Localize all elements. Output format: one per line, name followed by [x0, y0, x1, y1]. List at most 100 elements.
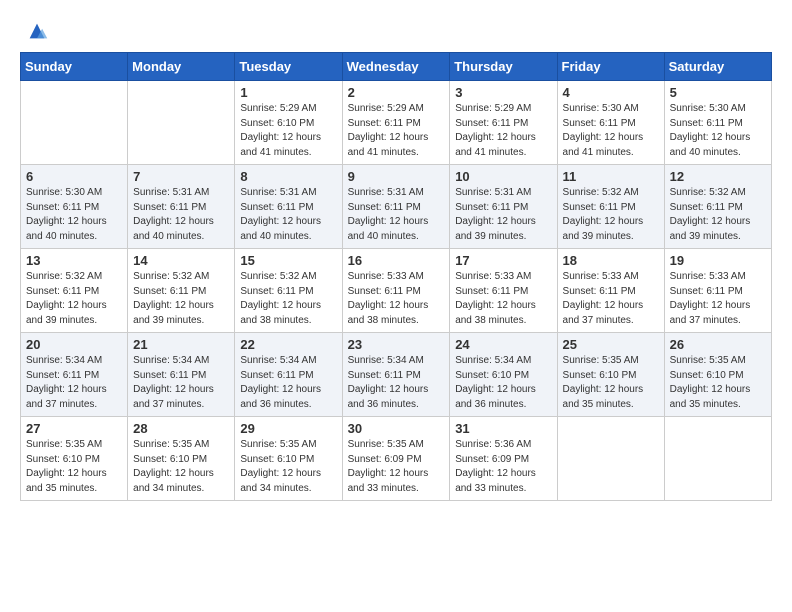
- calendar-week-row: 1 Sunrise: 5:29 AM Sunset: 6:10 PM Daylig…: [21, 81, 772, 165]
- calendar-cell: [21, 81, 128, 165]
- logo: [20, 20, 48, 42]
- calendar-cell: 20 Sunrise: 5:34 AM Sunset: 6:11 PM Dayli…: [21, 333, 128, 417]
- day-number: 3: [455, 85, 551, 100]
- calendar-cell: 30 Sunrise: 5:35 AM Sunset: 6:09 PM Dayli…: [342, 417, 450, 501]
- day-number: 7: [133, 169, 229, 184]
- calendar-cell: 21 Sunrise: 5:34 AM Sunset: 6:11 PM Dayli…: [128, 333, 235, 417]
- calendar-cell: [557, 417, 664, 501]
- day-number: 29: [240, 421, 336, 436]
- calendar-cell: 31 Sunrise: 5:36 AM Sunset: 6:09 PM Dayli…: [450, 417, 557, 501]
- day-info: Sunrise: 5:35 AM Sunset: 6:10 PM Dayligh…: [133, 438, 229, 496]
- day-number: 12: [670, 169, 766, 184]
- day-info: Sunrise: 5:35 AM Sunset: 6:09 PM Dayligh…: [348, 438, 445, 496]
- day-info: Sunrise: 5:31 AM Sunset: 6:11 PM Dayligh…: [348, 186, 445, 244]
- calendar-cell: 4Sunrise: 5:30 AM Sunset: 6:11 PM Daylig…: [557, 81, 664, 165]
- calendar-cell: [128, 81, 235, 165]
- calendar-cell: 16 Sunrise: 5:33 AM Sunset: 6:11 PM Dayli…: [342, 249, 450, 333]
- day-number: 21: [133, 337, 229, 352]
- calendar-week-row: 13Sunrise: 5:32 AM Sunset: 6:11 PM Dayli…: [21, 249, 772, 333]
- calendar-cell: 22 Sunrise: 5:34 AM Sunset: 6:11 PM Dayli…: [235, 333, 342, 417]
- calendar-cell: 10Sunrise: 5:31 AM Sunset: 6:11 PM Dayli…: [450, 165, 557, 249]
- day-number: 27: [26, 421, 122, 436]
- day-info: Sunrise: 5:34 AM Sunset: 6:11 PM Dayligh…: [240, 354, 336, 412]
- calendar-week-row: 20 Sunrise: 5:34 AM Sunset: 6:11 PM Dayli…: [21, 333, 772, 417]
- day-info: Sunrise: 5:34 AM Sunset: 6:11 PM Dayligh…: [26, 354, 122, 412]
- calendar-cell: 23 Sunrise: 5:34 AM Sunset: 6:11 PM Dayli…: [342, 333, 450, 417]
- day-info: Sunrise: 5:34 AM Sunset: 6:11 PM Dayligh…: [133, 354, 229, 412]
- calendar-cell: 6Sunrise: 5:30 AM Sunset: 6:11 PM Daylig…: [21, 165, 128, 249]
- day-info: Sunrise: 5:33 AM Sunset: 6:11 PM Dayligh…: [348, 270, 445, 328]
- day-info: Sunrise: 5:34 AM Sunset: 6:10 PM Dayligh…: [455, 354, 551, 412]
- day-info: Sunrise: 5:35 AM Sunset: 6:10 PM Dayligh…: [670, 354, 766, 412]
- day-number: 19: [670, 253, 766, 268]
- day-number: 9: [348, 169, 445, 184]
- calendar-cell: 19 Sunrise: 5:33 AM Sunset: 6:11 PM Dayli…: [664, 249, 771, 333]
- calendar-cell: 12 Sunrise: 5:32 AM Sunset: 6:11 PM Dayli…: [664, 165, 771, 249]
- day-number: 18: [563, 253, 659, 268]
- day-number: 1: [240, 85, 336, 100]
- day-number: 5: [670, 85, 766, 100]
- day-number: 6: [26, 169, 122, 184]
- page-header: [20, 20, 772, 42]
- day-info: Sunrise: 5:34 AM Sunset: 6:11 PM Dayligh…: [348, 354, 445, 412]
- calendar-cell: 15Sunrise: 5:32 AM Sunset: 6:11 PM Dayli…: [235, 249, 342, 333]
- day-number: 2: [348, 85, 445, 100]
- calendar-cell: 29Sunrise: 5:35 AM Sunset: 6:10 PM Dayli…: [235, 417, 342, 501]
- day-info: Sunrise: 5:30 AM Sunset: 6:11 PM Dayligh…: [670, 102, 766, 160]
- calendar-cell: 1 Sunrise: 5:29 AM Sunset: 6:10 PM Daylig…: [235, 81, 342, 165]
- day-info: Sunrise: 5:32 AM Sunset: 6:11 PM Dayligh…: [133, 270, 229, 328]
- calendar-cell: 18Sunrise: 5:33 AM Sunset: 6:11 PM Dayli…: [557, 249, 664, 333]
- weekday-header-wednesday: Wednesday: [342, 53, 450, 81]
- calendar-header-row: SundayMondayTuesdayWednesdayThursdayFrid…: [21, 53, 772, 81]
- day-info: Sunrise: 5:32 AM Sunset: 6:11 PM Dayligh…: [26, 270, 122, 328]
- day-number: 24: [455, 337, 551, 352]
- day-number: 14: [133, 253, 229, 268]
- day-number: 20: [26, 337, 122, 352]
- weekday-header-thursday: Thursday: [450, 53, 557, 81]
- day-info: Sunrise: 5:32 AM Sunset: 6:11 PM Dayligh…: [563, 186, 659, 244]
- calendar-week-row: 27 Sunrise: 5:35 AM Sunset: 6:10 PM Dayli…: [21, 417, 772, 501]
- weekday-header-friday: Friday: [557, 53, 664, 81]
- day-number: 23: [348, 337, 445, 352]
- day-info: Sunrise: 5:33 AM Sunset: 6:11 PM Dayligh…: [455, 270, 551, 328]
- calendar-cell: 17 Sunrise: 5:33 AM Sunset: 6:11 PM Dayli…: [450, 249, 557, 333]
- day-info: Sunrise: 5:29 AM Sunset: 6:10 PM Dayligh…: [240, 102, 336, 160]
- calendar-cell: 5 Sunrise: 5:30 AM Sunset: 6:11 PM Daylig…: [664, 81, 771, 165]
- day-number: 16: [348, 253, 445, 268]
- weekday-header-monday: Monday: [128, 53, 235, 81]
- calendar-cell: 13Sunrise: 5:32 AM Sunset: 6:11 PM Dayli…: [21, 249, 128, 333]
- day-info: Sunrise: 5:31 AM Sunset: 6:11 PM Dayligh…: [240, 186, 336, 244]
- day-number: 15: [240, 253, 336, 268]
- day-info: Sunrise: 5:36 AM Sunset: 6:09 PM Dayligh…: [455, 438, 551, 496]
- day-number: 25: [563, 337, 659, 352]
- weekday-header-tuesday: Tuesday: [235, 53, 342, 81]
- calendar-week-row: 6Sunrise: 5:30 AM Sunset: 6:11 PM Daylig…: [21, 165, 772, 249]
- day-info: Sunrise: 5:35 AM Sunset: 6:10 PM Dayligh…: [563, 354, 659, 412]
- day-number: 4: [563, 85, 659, 100]
- logo-icon: [26, 20, 48, 42]
- day-info: Sunrise: 5:33 AM Sunset: 6:11 PM Dayligh…: [670, 270, 766, 328]
- calendar-cell: 14 Sunrise: 5:32 AM Sunset: 6:11 PM Dayli…: [128, 249, 235, 333]
- day-number: 17: [455, 253, 551, 268]
- calendar-table: SundayMondayTuesdayWednesdayThursdayFrid…: [20, 52, 772, 501]
- calendar-cell: 9 Sunrise: 5:31 AM Sunset: 6:11 PM Daylig…: [342, 165, 450, 249]
- day-info: Sunrise: 5:29 AM Sunset: 6:11 PM Dayligh…: [455, 102, 551, 160]
- day-number: 30: [348, 421, 445, 436]
- calendar-cell: 11 Sunrise: 5:32 AM Sunset: 6:11 PM Dayli…: [557, 165, 664, 249]
- calendar-cell: 24 Sunrise: 5:34 AM Sunset: 6:10 PM Dayli…: [450, 333, 557, 417]
- day-number: 11: [563, 169, 659, 184]
- day-info: Sunrise: 5:32 AM Sunset: 6:11 PM Dayligh…: [670, 186, 766, 244]
- day-number: 31: [455, 421, 551, 436]
- calendar-cell: 28 Sunrise: 5:35 AM Sunset: 6:10 PM Dayli…: [128, 417, 235, 501]
- calendar-cell: 3 Sunrise: 5:29 AM Sunset: 6:11 PM Daylig…: [450, 81, 557, 165]
- day-number: 10: [455, 169, 551, 184]
- calendar-cell: 7Sunrise: 5:31 AM Sunset: 6:11 PM Daylig…: [128, 165, 235, 249]
- calendar-cell: 2Sunrise: 5:29 AM Sunset: 6:11 PM Daylig…: [342, 81, 450, 165]
- day-number: 22: [240, 337, 336, 352]
- calendar-cell: [664, 417, 771, 501]
- day-number: 8: [240, 169, 336, 184]
- weekday-header-sunday: Sunday: [21, 53, 128, 81]
- calendar-cell: 26Sunrise: 5:35 AM Sunset: 6:10 PM Dayli…: [664, 333, 771, 417]
- calendar-cell: 27Sunrise: 5:35 AM Sunset: 6:10 PM Dayli…: [21, 417, 128, 501]
- day-number: 28: [133, 421, 229, 436]
